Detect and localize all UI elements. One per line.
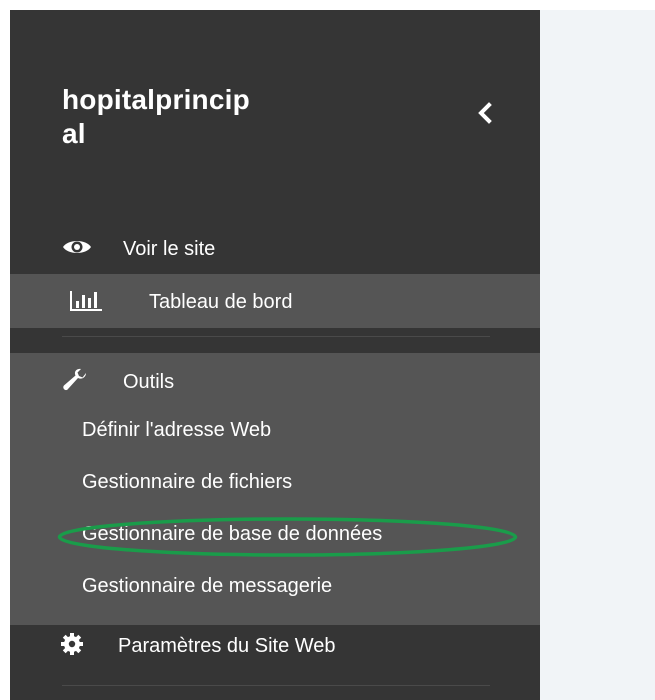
tools-item-mail-manager[interactable]: Gestionnaire de messagerie — [10, 563, 540, 613]
site-name: hopitalprincip al — [62, 83, 332, 151]
tools-item-label: Gestionnaire de fichiers — [82, 471, 293, 493]
main-content — [540, 10, 655, 700]
sidebar: hopitalprincip al Voir le site Tableau d… — [10, 10, 554, 700]
nav-view-site-label: Voir le site — [123, 238, 216, 260]
chevron-left-icon — [478, 102, 492, 124]
tools-item-label: Définir l'adresse Web — [82, 419, 272, 441]
tools-item-label: Gestionnaire de base de données — [82, 523, 383, 545]
collapse-sidebar-button[interactable] — [472, 98, 496, 128]
divider — [62, 685, 490, 686]
site-name-line2: al — [62, 118, 86, 149]
divider — [62, 336, 490, 337]
tools-item-label: Gestionnaire de messagerie — [82, 575, 333, 597]
site-name-line1: hopitalprincip — [62, 84, 250, 115]
nav-dashboard-label: Tableau de bord — [149, 291, 293, 313]
tools-section: Outils Définir l'adresse Web Gestionnair… — [10, 353, 540, 625]
eye-icon — [62, 236, 92, 258]
tools-item-file-manager[interactable]: Gestionnaire de fichiers — [10, 459, 540, 509]
tools-item-database-manager[interactable]: Gestionnaire de base de données — [10, 511, 540, 561]
gear-icon — [60, 632, 84, 656]
nav-site-settings-label: Paramètres du Site Web — [118, 635, 336, 657]
page: hopitalprincip al Voir le site Tableau d… — [0, 0, 655, 700]
tools-item-web-address[interactable]: Définir l'adresse Web — [10, 407, 540, 457]
wrench-icon — [62, 367, 88, 393]
bar-chart-icon — [68, 289, 104, 313]
nav-tools-label: Outils — [123, 371, 175, 393]
nav-dashboard[interactable]: Tableau de bord — [10, 274, 554, 328]
nav-tools[interactable]: Outils — [10, 353, 540, 407]
nav-view-site[interactable]: Voir le site — [10, 222, 540, 272]
nav-site-settings[interactable]: Paramètres du Site Web — [10, 617, 540, 671]
